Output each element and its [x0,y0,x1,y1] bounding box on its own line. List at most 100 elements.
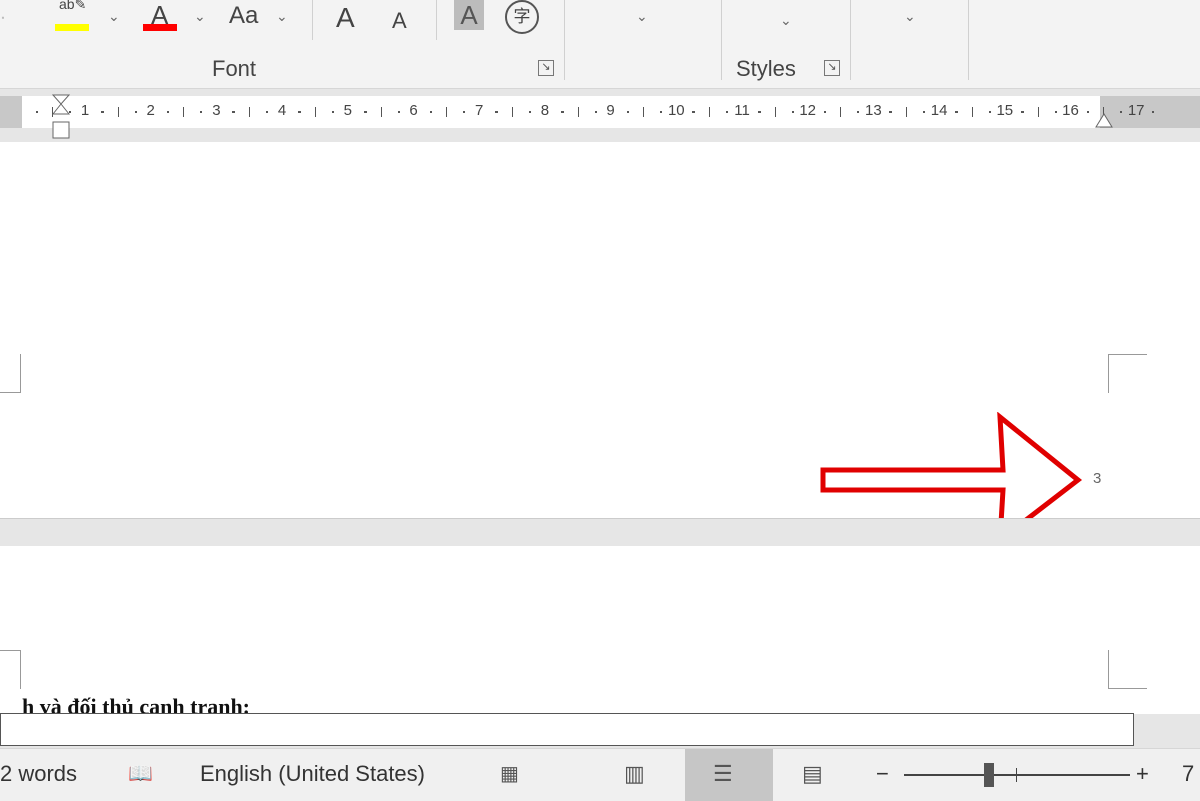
change-case-dropdown-icon[interactable]: ⌄ [276,8,288,25]
ruler-number: 12 [799,102,817,119]
ruler-tick [791,111,794,113]
ruler-number: 7 [475,102,484,119]
ruler-tick [1152,111,1155,113]
ruler-tick [758,111,761,113]
ruler-tick [709,107,710,117]
ruler-tick [627,111,630,113]
ruler-tick [1087,111,1090,113]
ruler-tick [249,107,251,117]
page-number: 3 [1093,470,1102,487]
ruler-tick [824,111,827,113]
ruler-number: 11 [734,102,750,119]
ruler-tick [923,111,926,113]
ruler-tick [183,107,185,117]
editing-dropdown-icon[interactable]: ⌄ [904,8,916,25]
ruler-number: 4 [277,102,287,119]
ruler-tick [1021,111,1024,113]
status-bar: 2 words 📖 English (United States) ▦ ▥ ☰ … [0,748,1200,801]
ruler-number: 6 [409,102,418,119]
grow-font-button[interactable]: A [336,2,355,34]
ruler-tick [233,111,236,113]
ruler-number: 14 [930,102,948,119]
clear-format-icon[interactable]: ᐧ [0,6,5,31]
highlight-color-bar [55,24,89,31]
ruler-tick [314,107,316,117]
shrink-font-button[interactable]: A [392,8,407,34]
accessibility-icon[interactable]: ▦ [500,761,519,786]
ruler-tick [463,111,466,113]
styles-gallery-more-icon[interactable]: ⌄ [780,12,792,29]
indent-marker-icon[interactable] [51,94,71,139]
ruler-tick [971,107,973,117]
font-dialog-launcher-icon[interactable]: ↘ [538,60,554,76]
divider [968,0,969,80]
ruler-tick [988,111,991,113]
ruler-tick [774,107,776,117]
read-mode-icon[interactable]: ▥ [624,761,645,787]
horizontal-scrollbar[interactable] [0,713,1134,746]
character-shading-button[interactable]: A [454,0,484,30]
ruler-number: 2 [146,102,155,119]
ruler-tick [890,111,893,113]
styles-group-label: Styles [736,56,796,81]
proofing-icon[interactable]: 📖 [128,761,153,786]
ruler-tick [660,111,663,113]
ruler-tick [1054,111,1057,113]
language-indicator[interactable]: English (United States) [200,761,425,787]
enclose-characters-button[interactable]: 字 [505,0,539,34]
web-layout-icon[interactable]: ▤ [802,761,823,787]
highlight-dropdown-icon[interactable]: ⌄ [108,8,120,25]
highlighter-icon: ab✎ [59,0,87,12]
horizontal-ruler[interactable]: 1 2 3 4 5 6 7 8 9 10 11 12 13 14 15 16 17 [0,94,1200,139]
font-color-button[interactable]: A [143,0,179,34]
zoom-out-button[interactable]: − [876,761,889,787]
document-page[interactable]: 3 [0,142,1200,544]
ruler-number: 16 [1062,102,1079,119]
ruler-tick [36,111,38,113]
zoom-slider[interactable] [904,774,1130,776]
ruler-number: 1 [80,102,90,119]
print-layout-button[interactable]: ☰ [685,749,773,801]
crop-mark [0,354,21,393]
paragraph-dropdown-icon[interactable]: ⌄ [636,8,648,25]
ruler-tick [511,107,513,117]
print-layout-icon: ☰ [713,761,733,786]
ruler-number: 3 [212,102,221,119]
ruler-tick [528,111,531,113]
ruler-tick [857,111,860,113]
change-case-button[interactable]: Aa [229,2,258,30]
font-color-bar [143,24,177,31]
divider [721,0,722,80]
ruler-tick [331,111,334,113]
ruler-tick [1037,107,1039,117]
ruler-tick [693,111,695,113]
styles-dialog-launcher-icon[interactable]: ↘ [824,60,840,76]
ruler-tick [906,107,908,117]
page-gap [0,518,1200,547]
document-page[interactable]: h và đối thủ cạnh tranh: [0,546,1200,719]
ruler-tick [200,111,203,113]
ruler-tick [266,111,269,113]
right-indent-marker-icon[interactable] [1094,110,1114,135]
ruler-left-margin [0,96,22,128]
font-group-label: Font [212,56,257,81]
zoom-slider-thumb[interactable] [984,763,994,787]
word-count[interactable]: 2 words [0,761,77,787]
ruler-right-margin [1100,96,1200,128]
ruler-number: 8 [540,102,550,119]
ruler-tick [577,107,579,117]
ruler-tick [364,111,367,113]
ruler-tick [298,111,301,113]
ruler-number: 15 [996,102,1014,119]
ruler-tick [726,111,728,113]
zoom-level[interactable]: 7 [1182,761,1194,787]
ruler-tick [594,111,597,113]
font-color-dropdown-icon[interactable]: ⌄ [194,8,206,25]
ruler-tick [495,111,498,113]
zoom-in-button[interactable]: + [1136,761,1149,787]
divider [564,0,565,80]
highlight-button[interactable]: ab✎ [55,0,95,34]
crop-mark [0,650,21,689]
ruler-tick [380,107,382,117]
ruler-number: 13 [865,102,882,119]
